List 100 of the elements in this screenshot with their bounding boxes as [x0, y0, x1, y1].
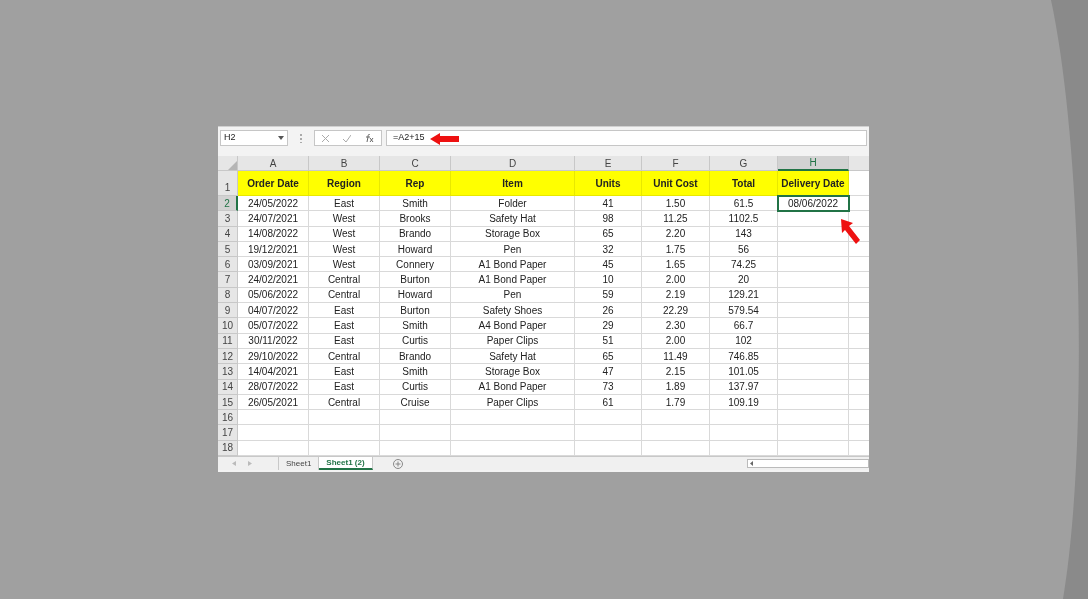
- table-cell: [642, 410, 710, 426]
- table-cell: 41: [575, 196, 642, 212]
- table-cell: 45: [575, 257, 642, 273]
- table-cell: [778, 318, 849, 334]
- table-cell: 61.5: [710, 196, 778, 212]
- table-cell: [710, 425, 778, 441]
- table-cell: Folder: [451, 196, 575, 212]
- table-cell: 74.25: [710, 257, 778, 273]
- table-cell: 2.30: [642, 318, 710, 334]
- table-cell: [710, 410, 778, 426]
- table-cell: [380, 425, 451, 441]
- table-cell: 101.05: [710, 364, 778, 380]
- table-cell: 1102.5: [710, 211, 778, 227]
- table-cell: Burton: [380, 272, 451, 288]
- column-header[interactable]: H: [778, 156, 849, 171]
- table-cell: 05/07/2022: [238, 318, 309, 334]
- scroll-left-icon[interactable]: [750, 461, 753, 467]
- table-cell: 04/07/2022: [238, 303, 309, 319]
- check-icon[interactable]: [343, 134, 351, 142]
- table-cell: Storage Box: [451, 364, 575, 380]
- table-cell: [309, 425, 380, 441]
- table-cell: 1.65: [642, 257, 710, 273]
- table-cell: West: [309, 211, 380, 227]
- table-cell: A4 Bond Paper: [451, 318, 575, 334]
- table-cell: [849, 410, 869, 426]
- table-cell: [238, 425, 309, 441]
- table-cell: [642, 425, 710, 441]
- column-heading: Units: [575, 171, 642, 196]
- table-cell: Smith: [380, 364, 451, 380]
- name-box-text: H2: [224, 131, 236, 145]
- table-cell: 03/09/2021: [238, 257, 309, 273]
- table-cell: Central: [309, 272, 380, 288]
- table-cell: [778, 272, 849, 288]
- table-cell: West: [309, 257, 380, 273]
- sheet-tab[interactable]: Sheet1 (2): [319, 457, 373, 471]
- table-cell: Burton: [380, 303, 451, 319]
- column-heading: Delivery Date: [778, 171, 849, 196]
- row-header[interactable]: 3: [218, 211, 238, 227]
- scroll-right-icon[interactable]: [248, 461, 252, 467]
- table-cell: 14/04/2021: [238, 364, 309, 380]
- add-sheet-icon[interactable]: [392, 458, 403, 469]
- table-cell: [309, 410, 380, 426]
- name-box[interactable]: H2: [220, 130, 288, 146]
- table-cell: 10: [575, 272, 642, 288]
- row-header[interactable]: 13: [218, 364, 238, 380]
- table-cell: [849, 364, 869, 380]
- table-cell: Safety Hat: [451, 211, 575, 227]
- arrow-icon: [839, 219, 861, 245]
- row-header[interactable]: 16: [218, 410, 238, 426]
- formula-field[interactable]: =A2+15: [386, 130, 867, 146]
- table-cell: East: [309, 196, 380, 212]
- table-cell: [238, 410, 309, 426]
- table-cell: [849, 318, 869, 334]
- table-cell: Smith: [380, 318, 451, 334]
- row-header[interactable]: 1: [218, 171, 238, 196]
- table-cell: Connery: [380, 257, 451, 273]
- table-cell: 22.29: [642, 303, 710, 319]
- table-cell: Brooks: [380, 211, 451, 227]
- table-cell: [849, 425, 869, 441]
- table-cell: 24/02/2021: [238, 272, 309, 288]
- row-header[interactable]: 6: [218, 257, 238, 273]
- column-heading: Rep: [380, 171, 451, 196]
- table-cell: 20: [710, 272, 778, 288]
- table-cell: [380, 410, 451, 426]
- table-cell: 66.7: [710, 318, 778, 334]
- table-cell: A1 Bond Paper: [451, 257, 575, 273]
- cancel-icon[interactable]: [322, 134, 329, 142]
- row-header[interactable]: 9: [218, 303, 238, 319]
- table-cell: 11.25: [642, 211, 710, 227]
- table-cell: Smith: [380, 196, 451, 212]
- table-cell: East: [309, 364, 380, 380]
- table-cell: 2.15: [642, 364, 710, 380]
- table-cell: [778, 410, 849, 426]
- table-cell: 26: [575, 303, 642, 319]
- table-cell: 579.54: [710, 303, 778, 319]
- arrow-icon: [430, 133, 459, 145]
- row-header[interactable]: 10: [218, 318, 238, 334]
- row-header[interactable]: 2: [218, 196, 238, 212]
- column-heading: Total: [710, 171, 778, 196]
- table-cell: East: [309, 318, 380, 334]
- table-cell: [849, 303, 869, 319]
- table-cell: 98: [575, 211, 642, 227]
- table-cell: [849, 171, 869, 196]
- table-cell: [849, 272, 869, 288]
- row-header[interactable]: 17: [218, 425, 238, 441]
- table-cell: 08/06/2022: [778, 196, 849, 212]
- table-cell: 24/07/2021: [238, 211, 309, 227]
- table-cell: [849, 211, 869, 227]
- function-icon[interactable]: [365, 134, 374, 142]
- table-cell: [575, 410, 642, 426]
- table-cell: 1.50: [642, 196, 710, 212]
- column-heading: Item: [451, 171, 575, 196]
- caret-icon: [278, 136, 284, 140]
- horizontal-scrollbar[interactable]: [747, 459, 869, 469]
- table-cell: Safety Shoes: [451, 303, 575, 319]
- row-header[interactable]: 7: [218, 272, 238, 288]
- table-cell: 2.00: [642, 272, 710, 288]
- column-heading: Unit Cost: [642, 171, 710, 196]
- table-cell: [778, 303, 849, 319]
- table-cell: [778, 425, 849, 441]
